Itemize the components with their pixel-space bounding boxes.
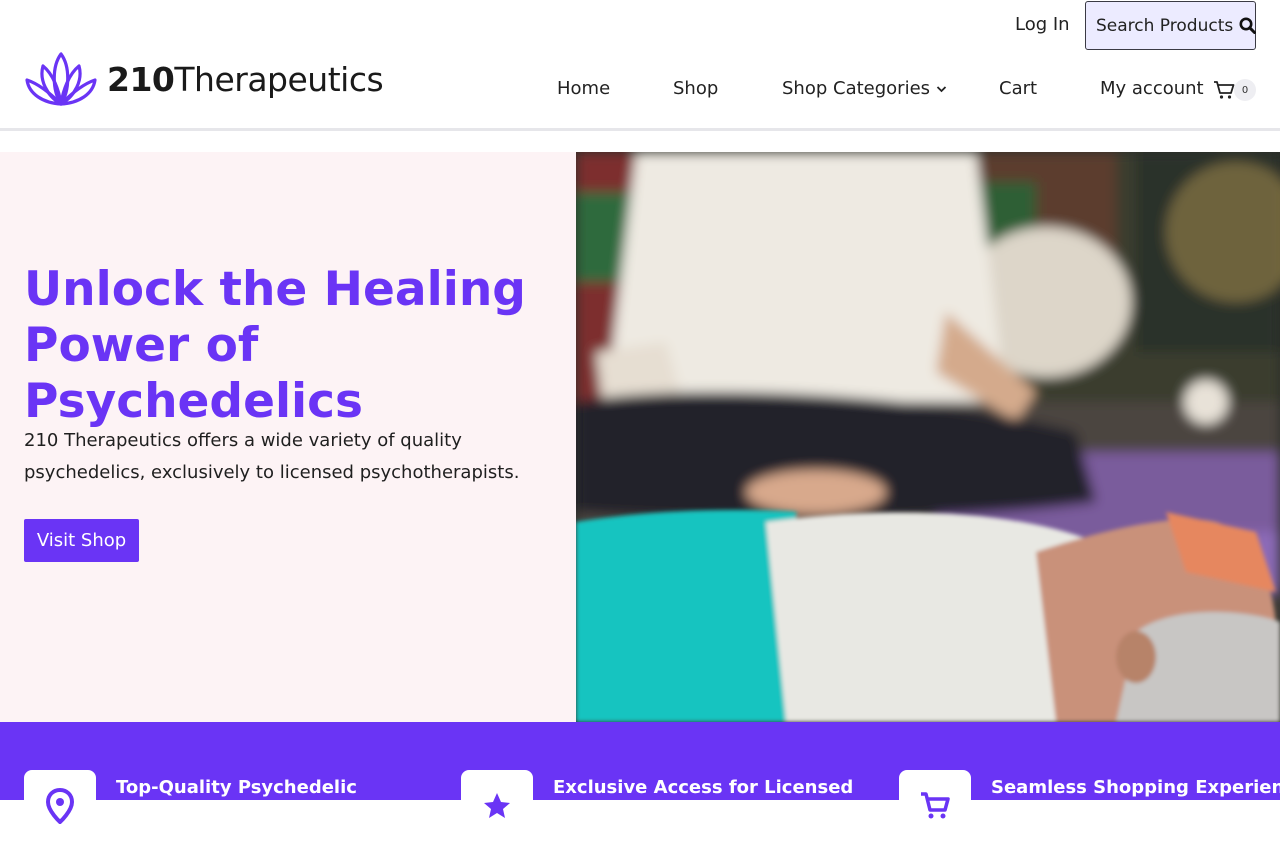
- shopping-cart-icon[interactable]: [1213, 80, 1235, 100]
- nav-cart[interactable]: Cart: [999, 78, 1037, 99]
- login-link[interactable]: Log In: [1015, 14, 1070, 35]
- features-band: Top-Quality Psychedelic Exclusive Access…: [0, 722, 1280, 842]
- nav-my-account[interactable]: My account: [1100, 78, 1204, 99]
- cart-count-badge: 0: [1234, 79, 1256, 101]
- feature-item: Seamless Shopping Experience: [899, 770, 1280, 842]
- nav-shop-categories[interactable]: Shop Categories: [782, 78, 947, 99]
- hero-image: [576, 152, 1280, 722]
- visit-shop-button[interactable]: Visit Shop: [24, 519, 139, 562]
- nav-shop-categories-label: Shop Categories: [782, 78, 931, 99]
- hero-description: 210 Therapeutics offers a wide variety o…: [24, 430, 520, 483]
- feature-title: Seamless Shopping Experience: [991, 777, 1280, 798]
- feature-item: Exclusive Access for Licensed: [461, 770, 853, 842]
- feature-title: Top-Quality Psychedelic: [116, 777, 357, 798]
- feature-item: Top-Quality Psychedelic: [24, 770, 357, 842]
- search-products-label: Search Products: [1096, 15, 1234, 36]
- shopping-cart-icon: [899, 770, 971, 842]
- chevron-down-icon: [936, 85, 947, 93]
- main-nav: Home Shop Shop Categories Cart My accoun…: [0, 78, 1280, 104]
- search-products-button[interactable]: Search Products: [1085, 1, 1257, 50]
- site-header: Log In Search Products 210Therapeutics H…: [0, 0, 1280, 131]
- nav-shop[interactable]: Shop: [673, 78, 718, 99]
- star-icon: [461, 770, 533, 842]
- search-icon: [1239, 17, 1257, 34]
- feature-title: Exclusive Access for Licensed: [553, 777, 854, 798]
- nav-home[interactable]: Home: [557, 78, 610, 99]
- hero-title: Unlock the Healing Power of Psychedelics: [24, 262, 526, 429]
- location-pin-icon: [24, 770, 96, 842]
